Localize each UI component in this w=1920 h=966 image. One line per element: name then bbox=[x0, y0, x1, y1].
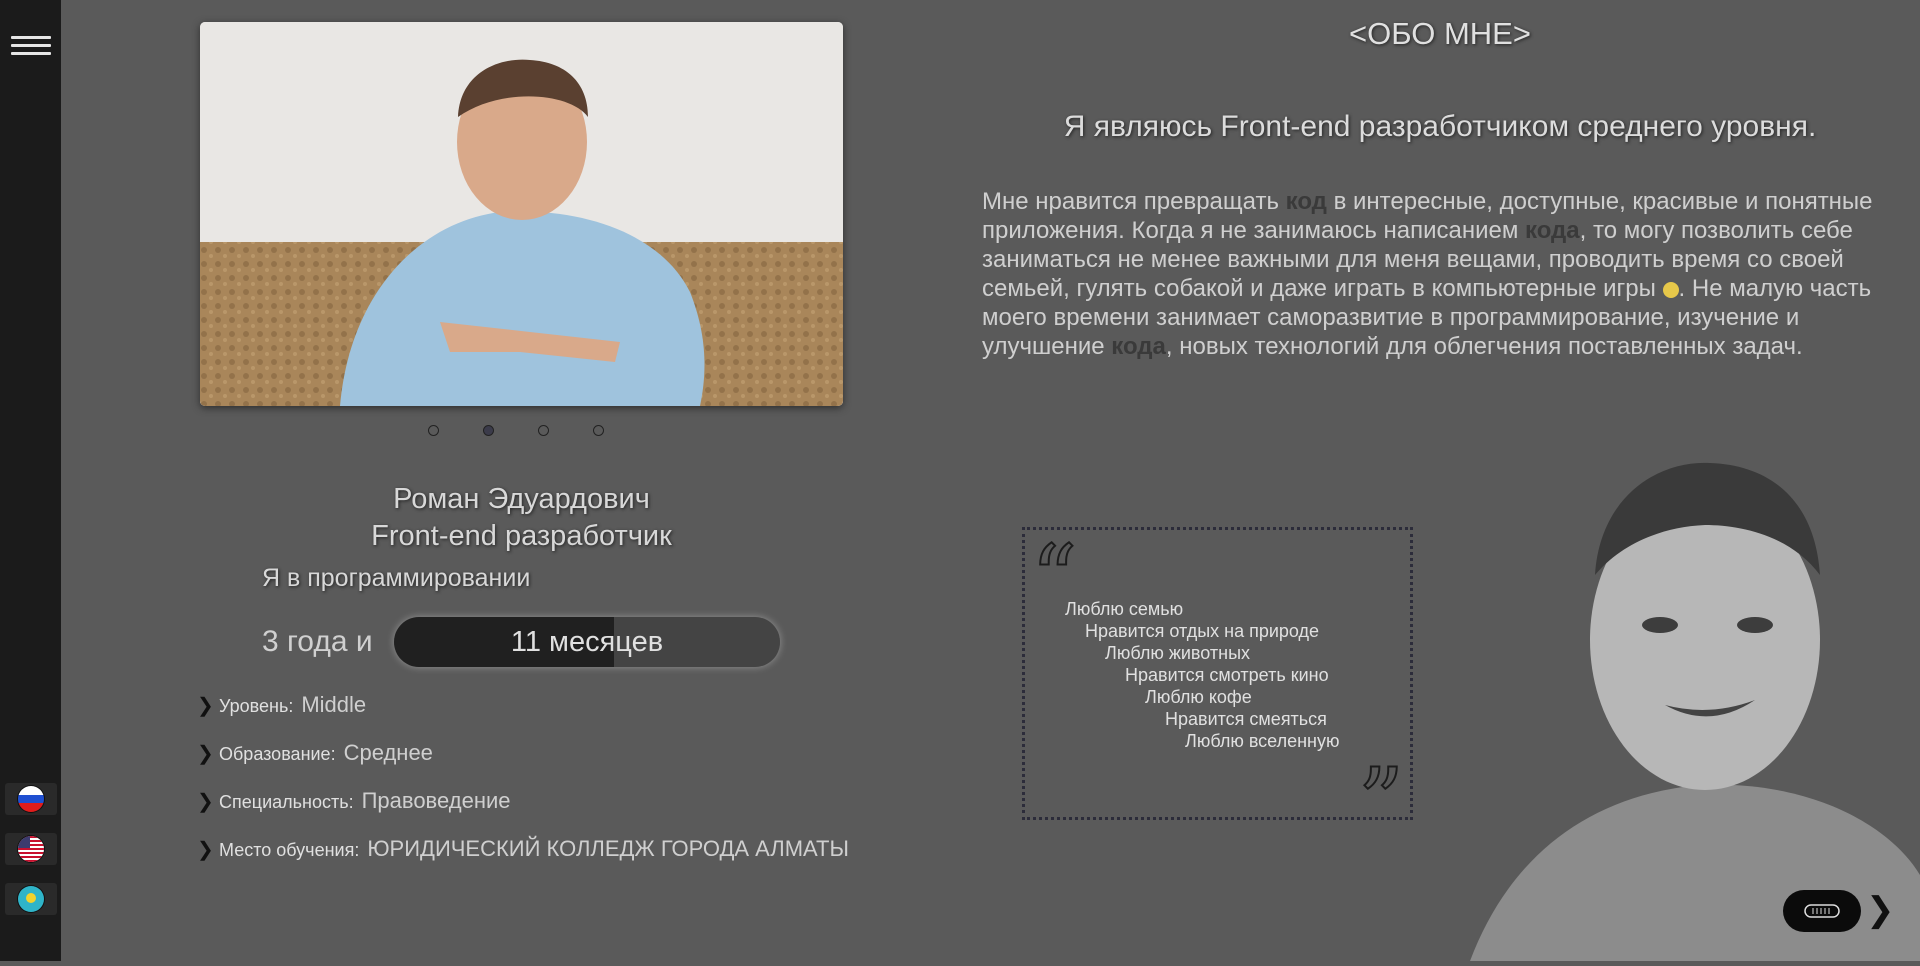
info-label: Специальность: bbox=[219, 792, 354, 812]
info-school: ❯ Место обучения: ЮРИДИЧЕСКИЙ КОЛЛЕДЖ ГО… bbox=[197, 836, 849, 862]
language-ru-button[interactable] bbox=[5, 783, 57, 815]
hobbies-quote-box: “ Люблю семью Нравится отдых на природе … bbox=[1022, 527, 1413, 848]
profile-name: Роман Эдуардович bbox=[393, 483, 650, 515]
theme-toggle-icon bbox=[1804, 904, 1840, 918]
photo-slider-dots bbox=[428, 425, 604, 436]
chevron-right-icon: ❯ bbox=[197, 743, 214, 765]
info-label: Место обучения: bbox=[219, 840, 360, 860]
portrait-image bbox=[1470, 455, 1920, 961]
chevron-right-icon: ❯ bbox=[197, 791, 214, 813]
hobby-item: Люблю кофе bbox=[1145, 687, 1252, 707]
chevron-right-icon[interactable]: ❯ bbox=[1866, 890, 1895, 930]
profile-role: Front-end разработчик bbox=[371, 520, 672, 552]
slider-dot-active[interactable] bbox=[483, 425, 494, 436]
info-education: ❯ Образование: Среднее bbox=[197, 740, 433, 766]
hobby-item: Нравится смотреть кино bbox=[1125, 665, 1329, 685]
language-kz-button[interactable] bbox=[5, 883, 57, 915]
slider-dot[interactable] bbox=[538, 425, 549, 436]
chevron-right-icon: ❯ bbox=[197, 839, 214, 861]
info-value: Middle bbox=[301, 692, 367, 717]
hobby-item: Люблю семью bbox=[1065, 599, 1184, 619]
info-value: ЮРИДИЧЕСКИЙ КОЛЛЕДЖ ГОРОДА АЛМАТЫ bbox=[367, 836, 849, 861]
keyword-code: код bbox=[1285, 188, 1327, 215]
experience-label: Я в программировании bbox=[262, 564, 531, 592]
keyword-code: кода bbox=[1525, 217, 1580, 244]
info-specialty: ❯ Специальность: Правоведение bbox=[197, 788, 511, 814]
info-value: Среднее bbox=[343, 740, 433, 765]
about-text: Мне нравится превращать код в интересные… bbox=[982, 188, 1873, 360]
hobby-item: Люблю животных bbox=[1105, 643, 1251, 663]
hobby-item: Нравится смеяться bbox=[1165, 709, 1327, 729]
about-subtitle: Я являюсь Front-end разработчиком средне… bbox=[1063, 110, 1817, 143]
slider-dot[interactable] bbox=[428, 425, 439, 436]
hamburger-icon[interactable] bbox=[11, 36, 51, 58]
info-value: Правоведение bbox=[361, 788, 511, 813]
info-label: Образование: bbox=[219, 744, 336, 764]
hobby-item: Нравится отдых на природе bbox=[1085, 621, 1320, 641]
experience-years: 3 года и bbox=[262, 625, 373, 658]
theme-toggle-button[interactable] bbox=[1783, 890, 1861, 932]
profile-photo bbox=[200, 22, 843, 406]
experience-months: 11 месяцев bbox=[394, 617, 780, 667]
info-label: Уровень: bbox=[219, 696, 294, 716]
russia-flag-icon bbox=[18, 786, 44, 812]
chevron-right-icon: ❯ bbox=[197, 695, 214, 717]
language-en-button[interactable] bbox=[5, 833, 57, 865]
info-level: ❯ Уровень: Middle bbox=[197, 692, 366, 718]
about-title: <ОБО МНЕ> bbox=[1349, 16, 1531, 51]
kazakhstan-flag-icon bbox=[18, 886, 44, 912]
slider-dot[interactable] bbox=[593, 425, 604, 436]
usa-flag-icon bbox=[18, 836, 44, 862]
sidebar bbox=[0, 0, 61, 961]
hobby-item: Люблю вселенную bbox=[1185, 731, 1340, 751]
keyword-code: кода bbox=[1111, 333, 1166, 360]
experience-months-text: 11 месяцев bbox=[510, 625, 664, 658]
smile-emoji-icon bbox=[1662, 281, 1679, 298]
quote-close-icon: ” bbox=[1357, 749, 1405, 854]
